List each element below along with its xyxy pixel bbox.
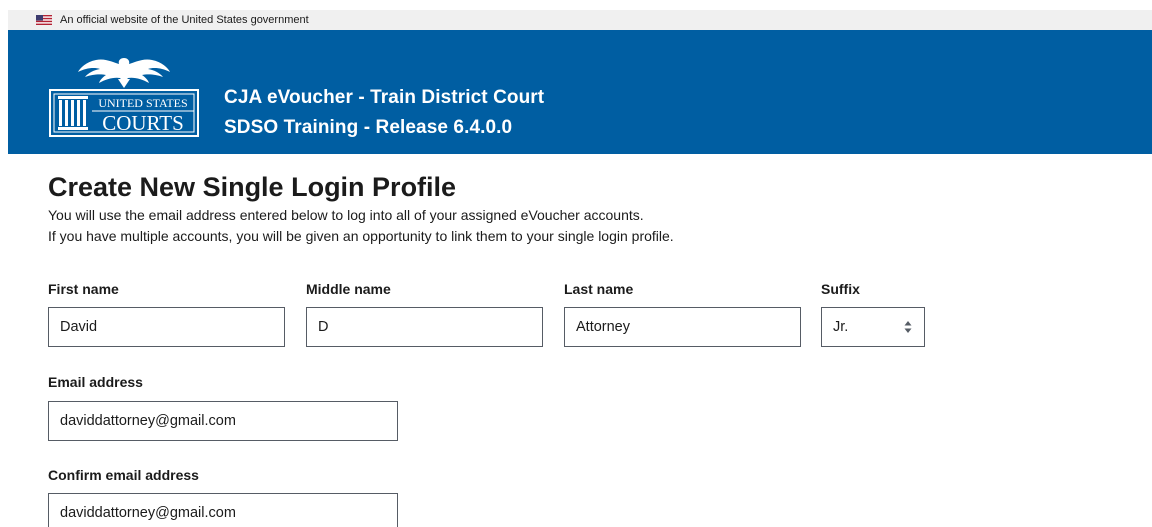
email-label: Email address [48,374,143,390]
intro-line-2: If you have multiple accounts, you will … [48,228,674,244]
us-courts-logo[interactable]: UNITED STATES COURTS [48,50,200,142]
first-name-input[interactable] [48,307,285,347]
intro-line-1: You will use the email address entered b… [48,207,644,223]
last-name-input[interactable] [564,307,801,347]
confirm-email-label: Confirm email address [48,467,199,483]
last-name-label: Last name [564,281,634,297]
up-down-caret-icon [904,320,912,338]
page-title: Create New Single Login Profile [48,172,457,202]
email-input[interactable] [48,401,398,441]
intro-text: You will use the email address entered b… [48,205,674,247]
us-flag-icon [36,15,52,25]
page-content: Create New Single Login Profile You will… [48,170,674,247]
suffix-label: Suffix [821,281,860,297]
middle-name-label: Middle name [306,281,391,297]
logo-text-courts: COURTS [102,111,184,135]
app-title: CJA eVoucher - Train District Court [224,87,545,108]
suffix-selected-value: Jr. [833,319,849,335]
middle-name-input[interactable] [306,307,543,347]
first-name-label: First name [48,281,119,297]
gov-banner: An official website of the United States… [8,10,1152,30]
app-subtitle: SDSO Training - Release 6.4.0.0 [224,117,513,138]
suffix-select[interactable]: Jr. [821,307,925,347]
site-header: UNITED STATES COURTS CJA eVoucher - Trai… [8,30,1152,154]
gov-banner-text: An official website of the United States… [60,14,309,26]
header-titles: CJA eVoucher - Train District Court SDSO… [224,83,544,143]
logo-text-united-states: UNITED STATES [98,96,187,110]
confirm-email-input[interactable] [48,493,398,527]
